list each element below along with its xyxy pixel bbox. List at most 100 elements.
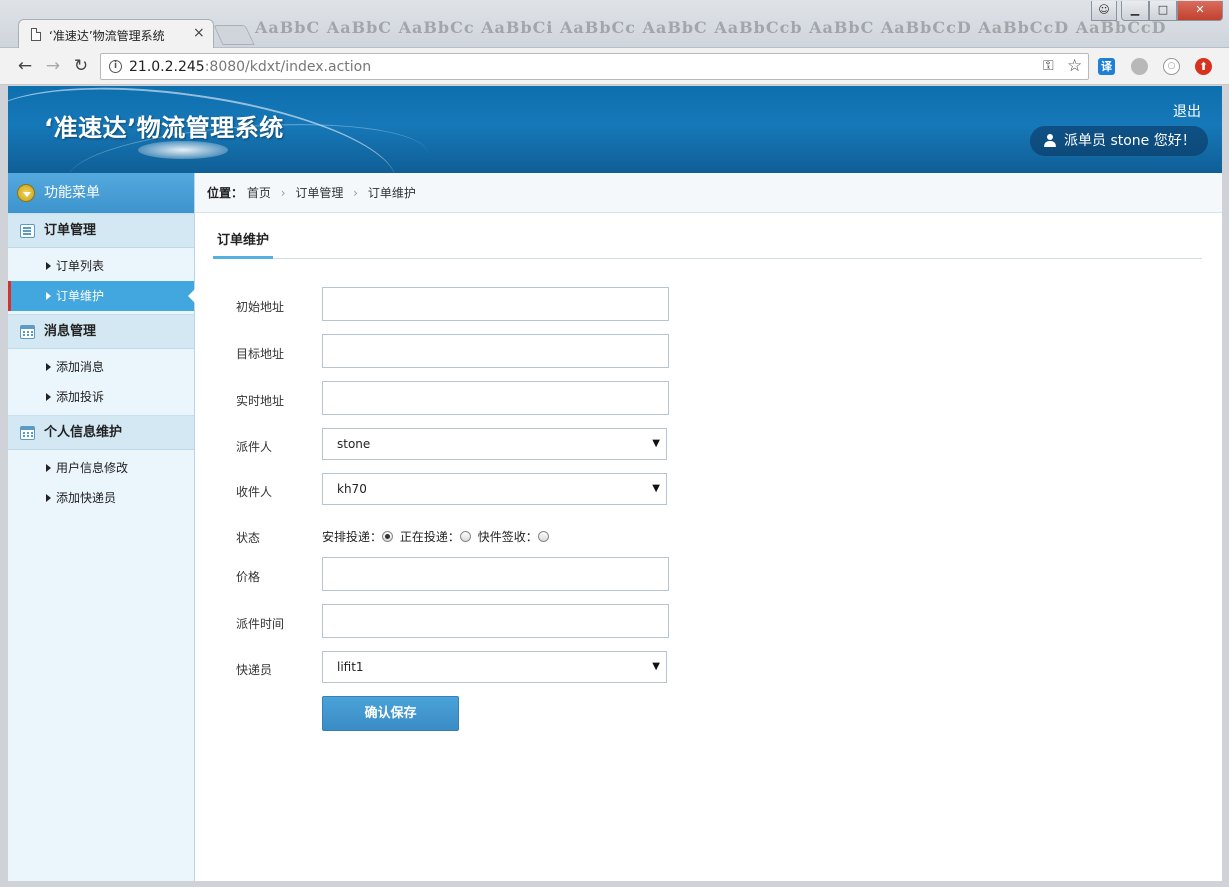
status-option-label: 安排投递： xyxy=(322,530,383,544)
sidebar-item-add-courier[interactable]: 添加快递员 xyxy=(8,483,194,513)
menu-title: 功能菜单 xyxy=(44,185,100,201)
confirm-save-button[interactable]: 确认保存 xyxy=(322,696,459,731)
price-input[interactable] xyxy=(322,557,669,591)
dispatch-time-input[interactable] xyxy=(322,604,669,638)
start-address-label: 初始地址 xyxy=(236,300,285,314)
breadcrumb-separator-icon: › xyxy=(353,186,358,200)
status-radio-group: 安排投递： 正在投递： 快件签收： xyxy=(322,528,552,545)
receiver-select[interactable]: kh70 ▼ xyxy=(322,473,667,505)
caret-right-icon xyxy=(46,262,51,270)
receiver-label: 收件人 xyxy=(236,485,273,499)
status-radio-arranged[interactable] xyxy=(382,531,394,542)
page-header: ‘准速达’物流管理系统 退出 派单员 stone 您好！ xyxy=(8,86,1222,173)
close-window-button[interactable]: ✕ xyxy=(1177,1,1223,21)
section-tabs: 订单维护 xyxy=(213,231,1202,259)
tab-close-icon[interactable]: × xyxy=(193,25,205,41)
caret-right-icon xyxy=(46,292,51,300)
sidebar-group-label: 个人信息维护 xyxy=(44,425,123,440)
info-icon[interactable]: i xyxy=(109,60,122,73)
status-radio-signed[interactable] xyxy=(537,531,549,542)
user-welcome-badge: 派单员 stone 您好！ xyxy=(1030,126,1208,156)
ring-extension-icon[interactable]: ○ xyxy=(1163,58,1180,75)
dispatcher-label: 派件人 xyxy=(236,440,273,454)
dropdown-arrow-icon: ▼ xyxy=(652,438,660,449)
system-title: ‘准速达’物流管理系统 xyxy=(44,114,284,142)
tab-title: ‘准速达’物流管理系统 xyxy=(49,29,165,43)
profile-icon[interactable]: ☺ xyxy=(1091,1,1117,21)
maximize-button[interactable]: □ xyxy=(1149,1,1177,21)
url-text[interactable]: 21.0.2.245:8080/kdxt/index.action xyxy=(129,59,371,75)
browser-toolbar: ← → ↻ i 21.0.2.245:8080/kdxt/index.actio… xyxy=(0,48,1229,85)
background-ribbon-text: AaBbC AaBbC AaBbCc AaBbCi AaBbCc AaBbC A… xyxy=(255,18,1167,37)
sidebar: 功能菜单 订单管理 订单列表 订单维护 消息管理 添加消息 添加投诉 个人信息维… xyxy=(8,173,195,881)
sidebar-item-label: 添加投诉 xyxy=(56,390,105,404)
dispatch-time-label: 派件时间 xyxy=(236,617,285,631)
sidebar-item-add-complaint[interactable]: 添加投诉 xyxy=(8,382,194,412)
sidebar-group-message-management[interactable]: 消息管理 xyxy=(8,314,194,349)
url-host: 21.0.2.245 xyxy=(129,59,205,75)
reload-icon[interactable]: ↻ xyxy=(70,56,92,78)
breadcrumb-order-management[interactable]: 订单管理 xyxy=(295,186,343,200)
breadcrumb-home[interactable]: 首页 xyxy=(247,186,271,200)
tab-order-maintenance[interactable]: 订单维护 xyxy=(213,231,274,259)
status-option-label: 正在投递： xyxy=(399,530,460,544)
url-path: :8080/kdxt/index.action xyxy=(204,59,372,75)
dispatcher-select[interactable]: stone ▼ xyxy=(322,428,667,460)
current-address-label: 实时地址 xyxy=(236,394,285,408)
sidebar-item-label: 添加消息 xyxy=(56,360,105,374)
list-icon xyxy=(20,224,35,238)
document-icon xyxy=(31,28,41,41)
key-icon[interactable]: ⚿ xyxy=(1043,58,1054,74)
sidebar-group-label: 订单管理 xyxy=(44,223,97,238)
courier-value: lifit1 xyxy=(337,660,364,674)
globe-extension-icon[interactable] xyxy=(1131,58,1148,75)
price-label: 价格 xyxy=(236,570,261,584)
status-radio-delivering[interactable] xyxy=(459,531,471,542)
dropdown-arrow-icon: ▼ xyxy=(652,483,660,494)
browser-titlebar: ‘准速达’物流管理系统 × AaBbC AaBbC AaBbCc AaBbCi … xyxy=(0,0,1229,49)
current-address-input[interactable] xyxy=(322,381,669,415)
welcome-text: 派单员 stone 您好！ xyxy=(1064,133,1196,149)
sidebar-item-order-list[interactable]: 订单列表 xyxy=(8,251,194,281)
web-page: ‘准速达’物流管理系统 退出 派单员 stone 您好！ 功能菜单 订单管理 订… xyxy=(8,86,1222,881)
upload-extension-icon[interactable]: ⬆ xyxy=(1195,58,1212,75)
caret-right-icon xyxy=(46,494,51,502)
breadcrumb-label: 位置： xyxy=(207,186,244,200)
calendar-icon xyxy=(20,325,35,339)
forward-arrow-icon[interactable]: → xyxy=(42,56,64,78)
sidebar-item-label: 订单列表 xyxy=(56,259,105,273)
breadcrumb: 位置： 首页 › 订单管理 › 订单维护 xyxy=(195,173,1222,213)
logout-link[interactable]: 退出 xyxy=(1173,101,1201,121)
dispatcher-value: stone xyxy=(337,437,371,451)
back-arrow-icon[interactable]: ← xyxy=(14,56,36,78)
target-address-label: 目标地址 xyxy=(236,347,285,361)
sidebar-item-label: 添加快递员 xyxy=(56,491,117,505)
sidebar-item-order-maintenance[interactable]: 订单维护 xyxy=(8,281,195,311)
target-address-input[interactable] xyxy=(322,334,669,368)
sidebar-item-add-message[interactable]: 添加消息 xyxy=(8,352,194,382)
menu-header[interactable]: 功能菜单 xyxy=(8,173,194,213)
courier-select[interactable]: lifit1 ▼ xyxy=(322,651,667,683)
main-content: 位置： 首页 › 订单管理 › 订单维护 订单维护 初始地址 目标地址 实时地址… xyxy=(195,173,1222,881)
sidebar-item-edit-user-info[interactable]: 用户信息修改 xyxy=(8,453,194,483)
translate-extension-icon[interactable]: 译 xyxy=(1098,58,1115,75)
status-label: 状态 xyxy=(236,531,261,545)
caret-right-icon xyxy=(46,464,51,472)
user-icon xyxy=(1044,134,1056,148)
sidebar-group-order-management[interactable]: 订单管理 xyxy=(8,213,194,248)
courier-label: 快递员 xyxy=(236,663,273,677)
breadcrumb-current: 订单维护 xyxy=(367,186,416,200)
minimize-button[interactable]: ▁ xyxy=(1121,1,1149,21)
status-option-label: 快件签收： xyxy=(477,530,538,544)
new-tab-button[interactable] xyxy=(213,25,255,45)
start-address-input[interactable] xyxy=(322,287,669,321)
header-glow xyxy=(138,141,228,159)
dropdown-arrow-icon: ▼ xyxy=(652,661,660,672)
sidebar-item-label: 用户信息修改 xyxy=(56,461,129,475)
sidebar-item-label: 订单维护 xyxy=(56,289,105,303)
sidebar-group-label: 消息管理 xyxy=(44,324,97,339)
address-bar[interactable]: i 21.0.2.245:8080/kdxt/index.action ⚿ ☆ xyxy=(100,53,1089,80)
sidebar-group-personal-info[interactable]: 个人信息维护 xyxy=(8,415,194,450)
browser-tab[interactable]: ‘准速达’物流管理系统 × xyxy=(18,19,214,49)
bookmark-star-icon[interactable]: ☆ xyxy=(1067,56,1082,76)
